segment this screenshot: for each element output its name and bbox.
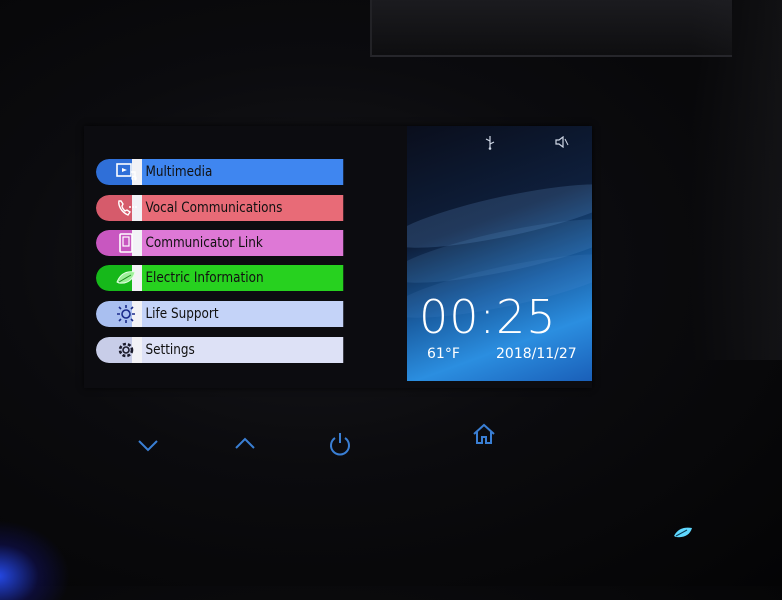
menu-item-multimedia[interactable]: Multimedia (96, 159, 376, 185)
menu-item-life-support[interactable]: Life Support (96, 301, 376, 327)
leaf-icon (96, 265, 142, 291)
clock-panel[interactable]: 00:25 61°F 2018/11/27 (407, 126, 592, 381)
current-date: 2018/11/27 (496, 346, 577, 362)
clock-time: 00:25 (419, 290, 557, 344)
home-button[interactable] (471, 421, 497, 447)
menu-item-vocal-communications[interactable]: Vocal Communications (96, 195, 376, 221)
ambient-light (0, 520, 70, 600)
climate-icon (96, 301, 142, 327)
up-button[interactable] (232, 430, 258, 456)
device-link-icon (96, 230, 142, 256)
menu-item-life-support-label: Life Support (142, 301, 344, 327)
chevron-down-icon (138, 440, 158, 452)
menu-item-communicator-link[interactable]: Communicator Link (96, 230, 376, 256)
main-menu: Multimedia Vocal Communications Communic… (84, 126, 402, 388)
phone-icon (96, 195, 142, 221)
down-button[interactable] (135, 432, 161, 458)
menu-item-multimedia-label: Multimedia (142, 159, 344, 185)
eco-indicator-icon (672, 524, 694, 538)
status-bar (407, 135, 592, 153)
multimedia-icon (96, 159, 142, 185)
dashboard-vent (370, 0, 732, 57)
menu-item-electric-information-label: Electric Information (142, 265, 344, 291)
usb-icon (485, 136, 495, 153)
menu-item-settings-label: Settings (142, 337, 344, 363)
home-icon (473, 423, 495, 444)
menu-item-vocal-communications-label: Vocal Communications (142, 195, 344, 221)
gear-icon (96, 337, 142, 363)
menu-item-electric-information[interactable]: Electric Information (96, 265, 376, 291)
infotainment-screen: Multimedia Vocal Communications Communic… (84, 126, 592, 388)
volume-icon (555, 135, 569, 151)
power-button[interactable] (327, 431, 353, 457)
outside-temperature: 61°F (427, 346, 460, 362)
menu-item-settings[interactable]: Settings (96, 337, 376, 363)
power-icon (330, 433, 350, 456)
menu-item-communicator-link-label: Communicator Link (142, 230, 344, 256)
chevron-up-icon (235, 437, 255, 449)
bezel-edge (692, 0, 782, 360)
